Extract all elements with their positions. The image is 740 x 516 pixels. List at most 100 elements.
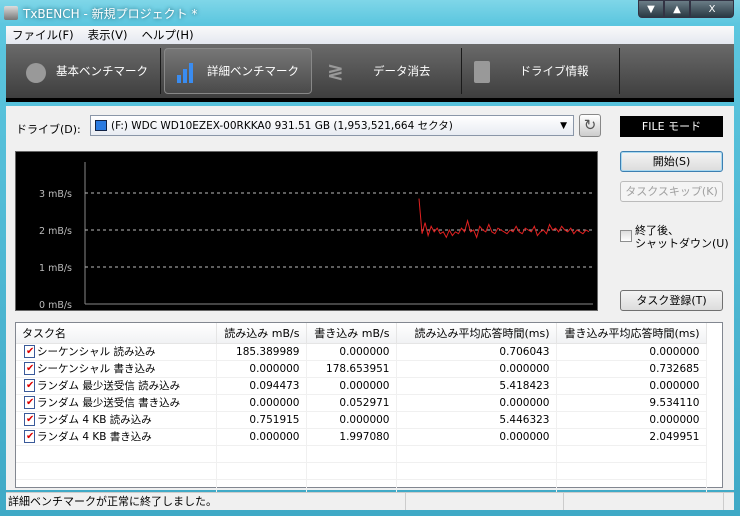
empty-row [16, 445, 707, 463]
table-row[interactable]: ランダム 最少送受信 読み込み0.0944730.0000005.4184230… [16, 377, 707, 395]
tab-data-erase[interactable]: ≷ データ消去 [315, 48, 462, 94]
task-check-icon [24, 430, 35, 443]
task-name: ランダム 最少送受信 読み込み [37, 380, 181, 392]
cell-value: 0.000000 [216, 428, 307, 446]
refresh-icon: ↻ [583, 116, 597, 134]
col-write[interactable]: 書き込み mB/s [306, 323, 397, 344]
status-bar: 詳細ベンチマークが正常に終了しました。 [6, 492, 734, 510]
y-tick-label: 3 mB/s [39, 189, 72, 200]
menu-bar: ファイル(F) 表示(V) ヘルプ(H) [6, 26, 734, 44]
series-line [418, 198, 590, 239]
tab-label: ドライブ情報 [519, 64, 589, 78]
cell-value: 0.000000 [396, 394, 557, 412]
window-title: TxBENCH - 新規プロジェクト * [23, 6, 198, 21]
col-read-latency[interactable]: 読み込み平均応答時間(ms) [396, 323, 557, 344]
table-row[interactable]: ランダム 最少送受信 書き込み0.0000000.0529710.0000009… [16, 394, 707, 412]
chevron-down-icon: ▼ [560, 120, 567, 131]
y-tick-label: 0 mB/s [39, 300, 72, 310]
task-name: ランダム 最少送受信 書き込み [37, 397, 181, 409]
task-register-button[interactable]: タスク登録(T) [620, 290, 723, 311]
task-check-icon [24, 413, 35, 426]
stopwatch-icon [26, 59, 46, 83]
tab-label: 詳細ベンチマーク [207, 64, 299, 78]
drive-value: (F:) WDC WD10EZEX-00RKKA0 931.51 GB (1,9… [111, 120, 453, 132]
y-tick-label: 1 mB/s [39, 263, 72, 274]
table-row[interactable]: ランダム 4 KB 読み込み0.7519150.0000005.4463230.… [16, 411, 707, 429]
cell-task-name: シーケンシャル 書き込み [16, 360, 217, 378]
title-bar: TxBENCH - 新規プロジェクト * [4, 3, 197, 23]
cell-value: 0.732685 [556, 360, 707, 378]
cell-value: 0.000000 [216, 394, 307, 412]
chart-svg: 0 mB/s 1 mB/s 2 mB/s 3 mB/s [39, 162, 593, 311]
status-text: 詳細ベンチマークが正常に終了しました。 [6, 493, 406, 510]
task-check-icon [24, 345, 35, 358]
shutdown-checkbox[interactable]: 終了後、 シャットダウン(U) [620, 224, 729, 250]
tab-detail-benchmark[interactable]: 詳細ベンチマーク [164, 48, 312, 94]
status-pane-2 [406, 493, 564, 510]
tab-basic-benchmark[interactable]: 基本ベンチマーク [14, 48, 161, 94]
table-row[interactable]: シーケンシャル 読み込み185.3899890.0000000.7060430.… [16, 343, 707, 361]
bar-chart-icon [177, 59, 197, 83]
cell-value: 0.000000 [556, 411, 707, 429]
refresh-button[interactable]: ↻ [579, 114, 601, 137]
cell-value: 0.000000 [306, 377, 397, 395]
task-name: シーケンシャル 書き込み [37, 363, 156, 375]
menu-file[interactable]: ファイル(F) [12, 27, 74, 43]
table-row[interactable]: ランダム 4 KB 書き込み0.0000001.9970800.0000002.… [16, 428, 707, 446]
cell-value: 0.000000 [396, 360, 557, 378]
cell-value: 2.049951 [556, 428, 707, 446]
empty-row [16, 462, 707, 480]
cell-value: 0.000000 [306, 343, 397, 361]
cell-task-name: ランダム 4 KB 読み込み [16, 411, 217, 429]
status-pane-3 [564, 493, 724, 510]
cell-value: 0.000000 [556, 343, 707, 361]
start-button[interactable]: 開始(S) [620, 151, 723, 172]
cell-value: 9.534110 [556, 394, 707, 412]
task-check-icon [24, 362, 35, 375]
task-name: シーケンシャル 読み込み [37, 346, 156, 358]
table-row[interactable]: シーケンシャル 書き込み0.000000178.6539510.0000000.… [16, 360, 707, 378]
drive-select[interactable]: (F:) WDC WD10EZEX-00RKKA0 931.51 GB (1,9… [90, 115, 574, 136]
task-check-icon [24, 396, 35, 409]
tab-drive-info[interactable]: ドライブ情報 [462, 48, 620, 94]
tab-label: 基本ベンチマーク [56, 64, 148, 78]
app-window: TxBENCH - 新規プロジェクト * ▼ ▲ X ファイル(F) 表示(V) ヘ… [0, 0, 740, 516]
col-write-latency[interactable]: 書き込み平均応答時間(ms) [556, 323, 707, 344]
spring-icon: ≷ [327, 59, 344, 83]
drive-label: ドライブ(D): [16, 123, 81, 136]
close-button[interactable]: X [690, 0, 734, 18]
cell-value: 0.706043 [396, 343, 557, 361]
cell-value: 0.000000 [396, 428, 557, 446]
cell-value: 0.000000 [216, 360, 307, 378]
cell-value: 0.094473 [216, 377, 307, 395]
app-icon [4, 6, 18, 20]
cell-value: 0.751915 [216, 411, 307, 429]
task-skip-button[interactable]: タスクスキップ(K) [620, 181, 723, 202]
cell-value: 185.389989 [216, 343, 307, 361]
cell-task-name: ランダム 最少送受信 読み込み [16, 377, 217, 395]
cell-value: 5.418423 [396, 377, 557, 395]
col-task-name[interactable]: タスク名 [16, 323, 217, 344]
drive-info-icon [473, 59, 494, 83]
y-tick-label: 2 mB/s [39, 226, 72, 237]
results-table: タスク名 読み込み mB/s 書き込み mB/s 読み込み平均応答時間(ms) … [15, 322, 723, 497]
minimize-button[interactable]: ▼ [638, 0, 664, 18]
toolbar: 基本ベンチマーク 詳細ベンチマーク ≷ データ消去 ドライブ情報 [6, 44, 734, 102]
main-panel: ドライブ(D): (F:) WDC WD10EZEX-00RKKA0 931.5… [6, 106, 734, 497]
checkbox-box[interactable] [620, 230, 632, 242]
tab-label: データ消去 [373, 64, 431, 78]
cell-value: 0.000000 [306, 411, 397, 429]
task-name: ランダム 4 KB 書き込み [37, 431, 152, 443]
shutdown-label: 終了後、 シャットダウン(U) [635, 224, 729, 250]
col-read[interactable]: 読み込み mB/s [216, 323, 307, 344]
mode-indicator: FILE モード [620, 116, 723, 137]
menu-view[interactable]: 表示(V) [88, 27, 128, 43]
menu-help[interactable]: ヘルプ(H) [141, 27, 193, 43]
task-name: ランダム 4 KB 読み込み [37, 414, 152, 426]
cell-task-name: ランダム 4 KB 書き込み [16, 428, 217, 446]
maximize-button[interactable]: ▲ [664, 0, 690, 18]
cell-value: 1.997080 [306, 428, 397, 446]
cell-value: 0.052971 [306, 394, 397, 412]
drive-icon [95, 120, 107, 131]
cell-value: 5.446323 [396, 411, 557, 429]
